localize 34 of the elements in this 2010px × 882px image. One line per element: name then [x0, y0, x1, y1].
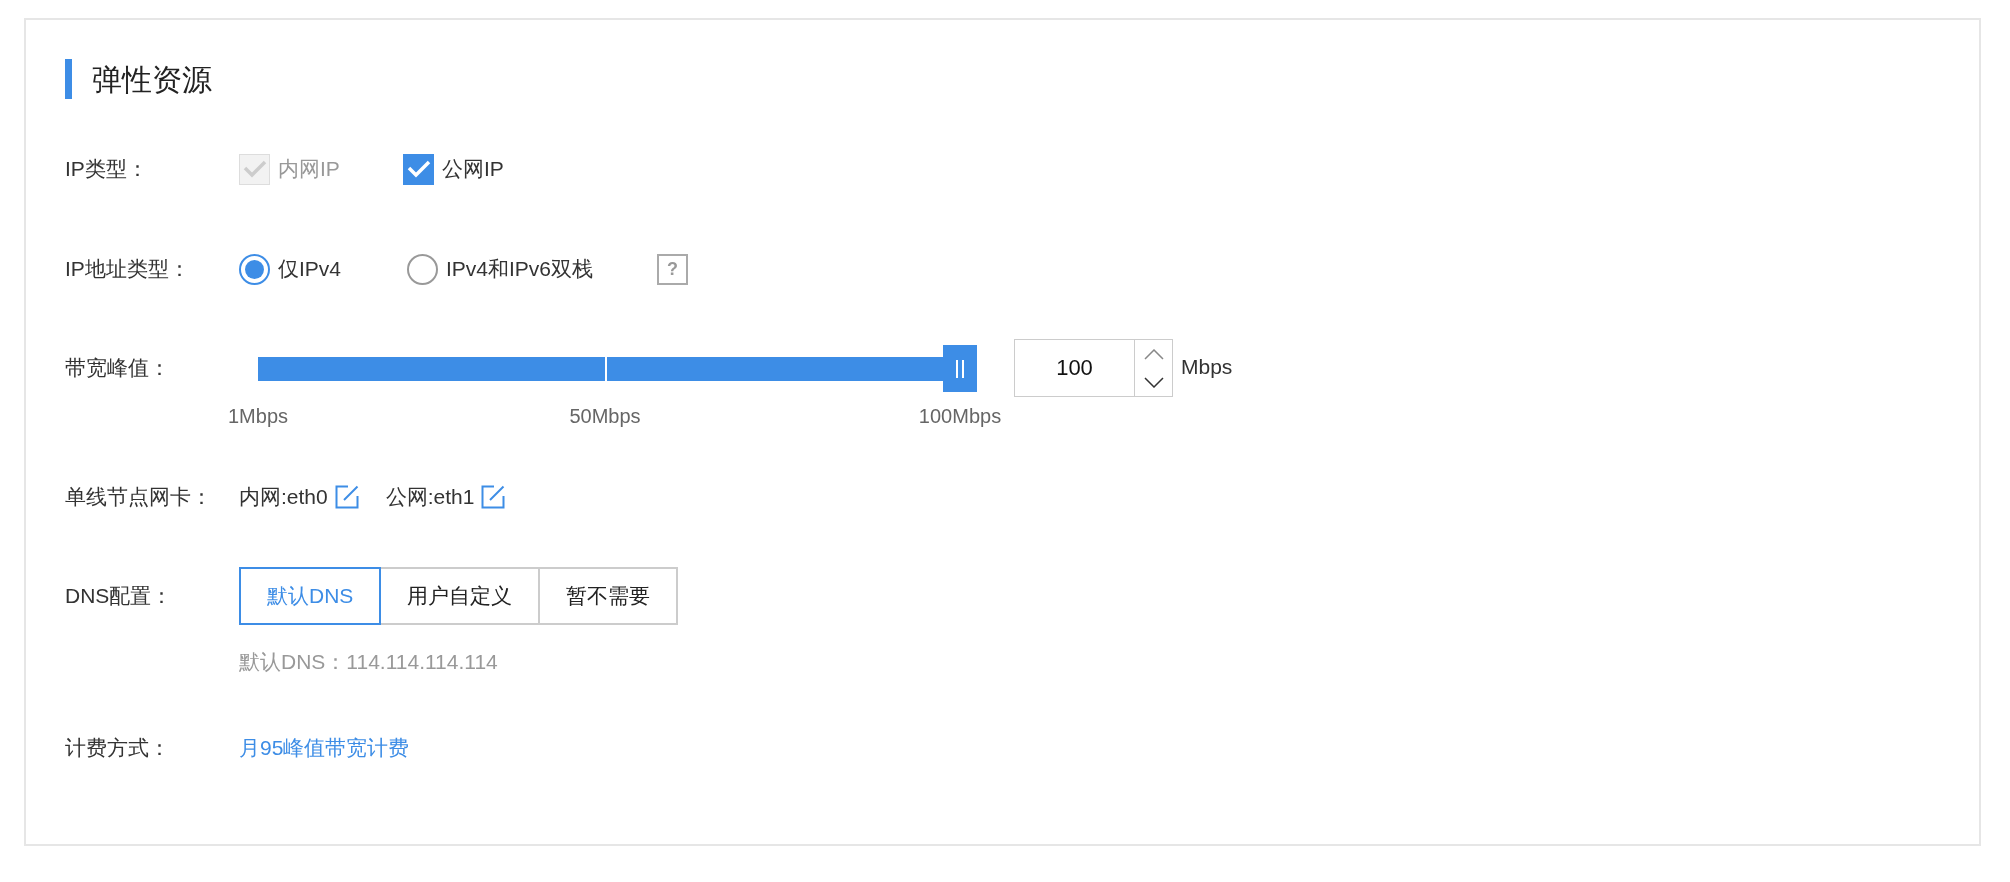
- check-icon: [242, 160, 267, 178]
- nic-value: 内网:eth0: [239, 484, 328, 511]
- radio-button[interactable]: [407, 253, 438, 285]
- tick-label: 100Mbps: [918, 404, 1002, 429]
- field-label: 计费方式：: [65, 736, 170, 760]
- field-label: IP地址类型：: [65, 257, 190, 281]
- field-label: 带宽峰值：: [65, 356, 170, 380]
- nic-value: 公网:eth1: [385, 484, 475, 511]
- chevron-down-icon: [1143, 376, 1164, 388]
- checkbox-label: 内网IP: [278, 156, 340, 183]
- field-label: IP类型：: [65, 157, 148, 181]
- chevron-up-icon: [1143, 348, 1164, 360]
- radio-label: IPv4和IPv6双栈: [446, 256, 594, 283]
- edit-icon[interactable]: [481, 485, 506, 509]
- checkbox-label: 公网IP: [442, 156, 504, 183]
- radio-label: 仅IPv4: [278, 256, 342, 283]
- field-label: DNS配置：: [65, 584, 173, 608]
- edit-icon[interactable]: [334, 485, 359, 509]
- tick-label: 50Mbps: [569, 404, 641, 429]
- grip-icon: [956, 359, 964, 378]
- radio-button[interactable]: [239, 253, 270, 285]
- check-icon: [406, 160, 431, 178]
- checkbox[interactable]: [403, 153, 434, 185]
- tick-label: 1Mbps: [228, 404, 288, 429]
- dns-option-button[interactable]: 用户自定义: [379, 567, 541, 625]
- bandwidth-input[interactable]: 100: [1014, 339, 1135, 397]
- slider-thumb[interactable]: [943, 345, 977, 392]
- slider-track[interactable]: [258, 345, 977, 392]
- dns-option-button[interactable]: 暂不需要: [538, 567, 679, 625]
- title-accent-bar: [65, 59, 72, 99]
- dns-hint: 默认DNS：114.114.114.114: [239, 649, 498, 676]
- unit-label: Mbps: [1181, 354, 1233, 381]
- field-label: 单线节点网卡：: [65, 485, 212, 509]
- section-title: 弹性资源: [92, 61, 212, 98]
